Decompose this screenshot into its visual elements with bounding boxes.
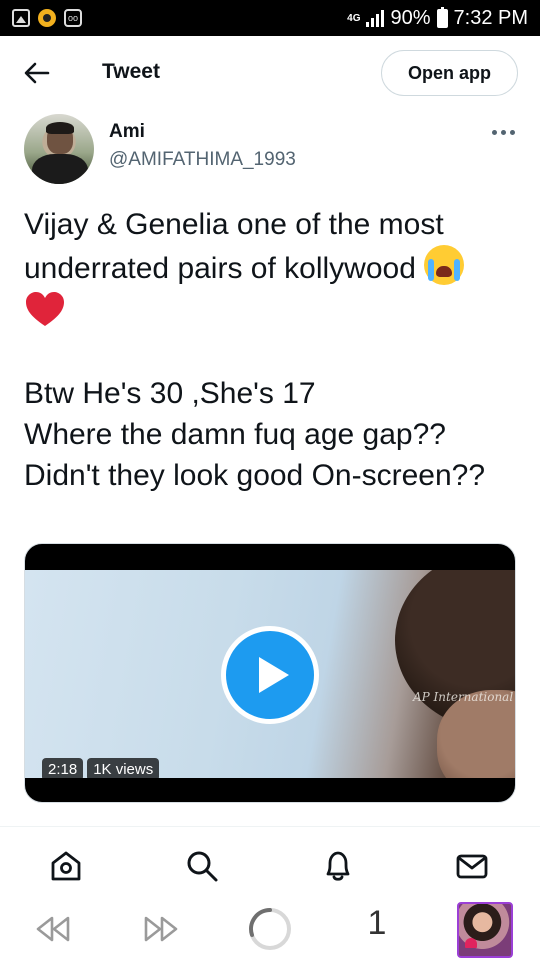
system-status: 4G 90% 7:32 PM <box>347 6 528 30</box>
more-dot <box>500 129 506 135</box>
battery-percent: 90% <box>390 6 431 29</box>
gallery-icon <box>12 9 30 27</box>
owl-icon: oo <box>64 9 82 27</box>
nav-search[interactable] <box>182 846 222 886</box>
more-options-button[interactable] <box>486 122 520 142</box>
network-type: 4G <box>347 12 361 24</box>
tweet-line: Where the damn fuq age gap?? <box>24 418 446 451</box>
browser-forward-button[interactable] <box>136 904 186 954</box>
divider <box>0 826 540 827</box>
battery-icon <box>436 6 448 28</box>
signal-icon <box>366 9 385 27</box>
coin-icon <box>38 9 56 27</box>
home-icon <box>51 851 81 881</box>
tweet-line: Btw He's 30 ,She's 17 <box>24 377 316 410</box>
back-arrow-icon <box>24 62 50 84</box>
red-heart-emoji-icon <box>26 292 64 326</box>
more-dot <box>491 129 497 135</box>
back-icon <box>36 916 70 942</box>
avatar[interactable] <box>24 114 94 184</box>
tweet-text: Vijay & Genelia one of the most underrat… <box>24 204 520 496</box>
video-duration: 2:18 <box>42 758 84 781</box>
browser-back-button[interactable] <box>28 904 78 954</box>
status-bar: oo 4G 90% 7:32 PM <box>0 0 540 36</box>
play-button[interactable] <box>221 626 319 724</box>
notification-icons: oo <box>12 9 82 27</box>
forward-icon <box>144 916 178 942</box>
author-name[interactable]: Ami <box>109 121 145 143</box>
tweet-line: Didn't they look good On-screen?? <box>24 459 486 492</box>
profile-thumbnail[interactable] <box>457 902 513 958</box>
tweet-line: Vijay & Genelia one of the most underrat… <box>24 208 444 285</box>
video-player[interactable]: AP International 2:18 1K views <box>24 543 516 803</box>
clock: 7:32 PM <box>453 6 528 29</box>
nav-home[interactable] <box>46 846 86 886</box>
nav-messages[interactable] <box>452 846 492 886</box>
reload-icon <box>249 908 291 950</box>
page-title: Tweet <box>102 60 160 83</box>
notifications-icon <box>326 851 350 881</box>
browser-reload-button[interactable] <box>245 904 295 954</box>
top-bar: Tweet Open app <box>0 36 540 110</box>
more-dot <box>509 129 515 135</box>
search-icon <box>187 851 218 882</box>
back-button[interactable] <box>22 58 52 88</box>
open-app-button[interactable]: Open app <box>381 50 518 96</box>
crying-face-emoji-icon <box>424 245 465 285</box>
video-meta: 2:18 1K views <box>42 758 160 781</box>
nav-notifications[interactable] <box>318 846 358 886</box>
author-handle[interactable]: @AMIFATHIMA_1993 <box>109 149 296 171</box>
video-watermark: AP International <box>413 690 514 704</box>
tabs-count[interactable]: 1 <box>360 904 394 943</box>
tweet-page: oo 4G 90% 7:32 PM Tweet Open app Ami @AM… <box>0 0 540 960</box>
video-views: 1K views <box>87 758 160 781</box>
bottom-nav <box>0 836 540 892</box>
tweet-paragraph: Vijay & Genelia one of the most underrat… <box>24 204 520 332</box>
messages-icon <box>456 854 488 879</box>
